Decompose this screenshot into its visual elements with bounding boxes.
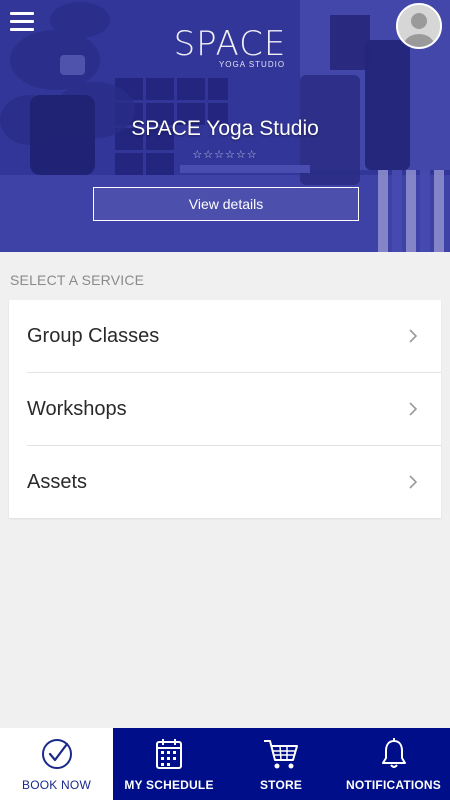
chevron-right-icon xyxy=(409,402,418,416)
view-details-button[interactable]: View details xyxy=(93,187,359,221)
rating-stars: ☆☆☆☆☆☆ xyxy=(192,148,258,161)
service-list: Group Classes Workshops Assets xyxy=(9,300,441,518)
tab-book-now[interactable]: BOOK NOW xyxy=(0,728,113,800)
tab-label: NOTIFICATIONS xyxy=(345,778,442,792)
hamburger-menu-icon[interactable] xyxy=(10,12,34,34)
user-avatar-icon[interactable] xyxy=(396,3,442,49)
tab-label: BOOK NOW xyxy=(22,778,91,792)
check-circle-icon xyxy=(41,738,73,770)
chevron-right-icon xyxy=(409,329,418,343)
service-item-workshops[interactable]: Workshops xyxy=(9,373,441,446)
service-item-label: Assets xyxy=(27,471,88,493)
tab-notifications[interactable]: NOTIFICATIONS xyxy=(337,728,450,800)
tab-label: MY SCHEDULE xyxy=(124,778,214,792)
service-item-group-classes[interactable]: Group Classes xyxy=(9,300,441,373)
calendar-icon xyxy=(155,738,183,770)
logo-wordmark: SPACE xyxy=(173,24,287,64)
service-item-label: Workshops xyxy=(27,398,127,420)
logo-subtitle: YOGA STUDIO xyxy=(218,60,286,69)
tab-my-schedule[interactable]: MY SCHEDULE xyxy=(113,728,225,800)
tab-store[interactable]: STORE xyxy=(225,728,337,800)
tab-label: STORE xyxy=(259,778,303,792)
section-label-select-service: SELECT A SERVICE xyxy=(10,272,145,288)
shopping-cart-icon xyxy=(263,738,299,770)
studio-logo: SPACE YOGA STUDIO xyxy=(160,26,300,76)
bell-icon xyxy=(380,738,408,770)
chevron-right-icon xyxy=(409,475,418,489)
studio-name: SPACE Yoga Studio xyxy=(131,117,319,140)
service-item-label: Group Classes xyxy=(27,325,160,347)
bottom-tab-bar: BOOK NOW MY SCHEDULE STORE NOTIFICATIONS xyxy=(0,728,450,800)
service-item-assets[interactable]: Assets xyxy=(9,446,441,519)
studio-hero-banner: SPACE YOGA STUDIO SPACE Yoga Studio ☆☆☆☆… xyxy=(0,0,450,252)
